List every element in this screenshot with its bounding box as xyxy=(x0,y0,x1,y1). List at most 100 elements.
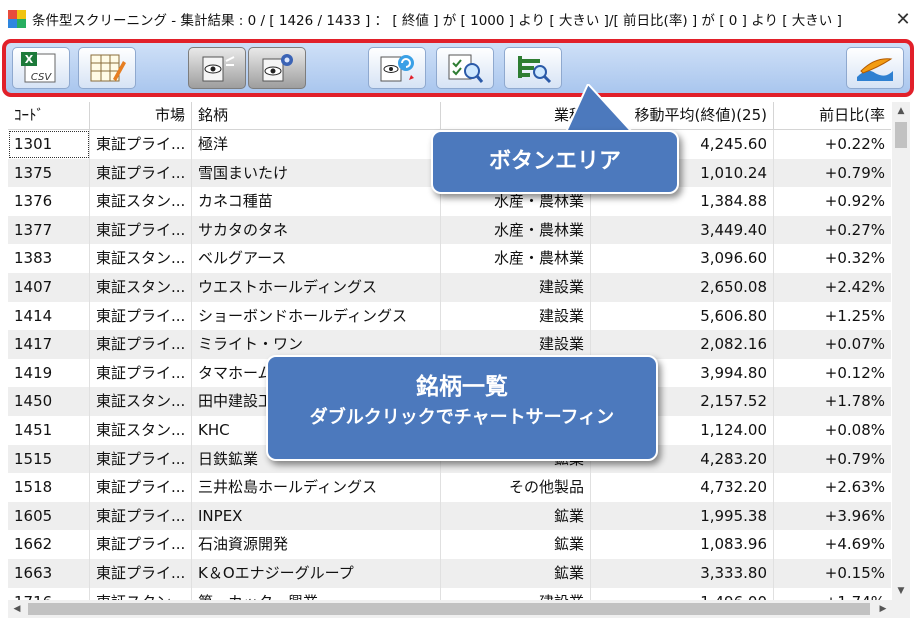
scroll-up-icon[interactable]: ▲ xyxy=(892,102,910,120)
stock-list-callout-hint: ダブルクリックでチャートサーフィン xyxy=(309,407,615,428)
cell-change-rate: +1.25% xyxy=(824,306,885,325)
chart-surfing-button[interactable] xyxy=(846,47,904,89)
scroll-left-icon[interactable]: ◀ xyxy=(8,600,26,618)
svg-text:CSV: CSV xyxy=(31,72,53,83)
chart-search-button[interactable] xyxy=(504,47,562,89)
cell-moving-average: 4,732.20 xyxy=(591,473,774,502)
cell-market: 東証スタン... xyxy=(90,244,192,273)
cell-change-rate: +0.79% xyxy=(824,163,885,182)
cell-change-rate: +0.15% xyxy=(824,563,885,582)
cell-industry: 水産・農林業 xyxy=(441,215,591,245)
cell-code: 1716 xyxy=(8,587,90,600)
table-row[interactable]: 1377 東証プライ... サカタのタネ 水産・農林業 3,449.40 +0.27% xyxy=(8,215,891,245)
cell-industry: 鉱業 xyxy=(441,530,591,559)
surfboard-icon xyxy=(857,58,893,81)
cell-moving-average: 3,449.40 xyxy=(591,215,774,245)
table-edit-button[interactable] xyxy=(78,47,136,89)
cell-code: 1417 xyxy=(8,330,90,359)
cell-code: 1383 xyxy=(8,244,90,273)
cell-code: 1662 xyxy=(8,530,90,559)
cell-change-rate: +0.08% xyxy=(824,420,885,439)
search-button[interactable] xyxy=(436,47,494,89)
table-row[interactable]: 1383 東証スタン... ベルグアース 水産・農林業 3,096.60 +0.32% xyxy=(8,244,891,273)
cell-industry: 建設業 xyxy=(441,301,591,331)
column-header-name[interactable]: 銘柄 xyxy=(192,102,441,129)
svg-text:X: X xyxy=(25,53,34,66)
csv-export-button[interactable]: X CSV xyxy=(12,47,70,89)
cell-industry: 鉱業 xyxy=(441,558,591,588)
cell-code: 1301 xyxy=(8,130,90,159)
bar-chart-search-icon xyxy=(518,56,552,84)
cell-market: 東証スタン... xyxy=(90,587,192,600)
scroll-down-icon[interactable]: ▼ xyxy=(892,582,910,600)
cell-moving-average: 1,995.38 xyxy=(591,501,774,531)
cell-change-rate: +0.07% xyxy=(824,335,885,354)
eye-gear-icon xyxy=(262,54,293,82)
view-toggle-button[interactable] xyxy=(188,47,246,89)
app-icon xyxy=(8,10,26,28)
cell-change-rate: +0.27% xyxy=(824,220,885,239)
grid-header: ｺｰﾄﾞ 市場 銘柄 業種 移動平均(終値)(25) 前日比(率 xyxy=(8,102,891,130)
cell-code: 1376 xyxy=(8,187,90,216)
cell-name: サカタのタネ xyxy=(192,215,441,245)
column-header-change-rate[interactable]: 前日比(率 xyxy=(774,102,891,129)
cell-change-rate: +2.42% xyxy=(824,277,885,296)
cell-code: 1377 xyxy=(8,215,90,245)
cell-code: 1407 xyxy=(8,272,90,302)
cell-market: 東証プライ... xyxy=(90,301,192,331)
button-area-callout: ボタンエリア xyxy=(431,130,679,194)
column-header-market[interactable]: 市場 xyxy=(90,102,192,129)
cell-moving-average: 3,096.60 xyxy=(591,244,774,273)
excel-csv-icon: X CSV xyxy=(21,52,56,83)
table-row[interactable]: 1716東証スタン...第一カッター興業建設業1,496.00+1.74% xyxy=(8,587,891,601)
cell-change-rate: +1.74% xyxy=(774,588,891,601)
stock-list-callout-title: 銘柄一覧 xyxy=(416,374,508,400)
cell-industry: 水産・農林業 xyxy=(441,244,591,273)
cell-market: 東証スタン... xyxy=(90,187,192,216)
cell-name: K＆Oエナジーグループ xyxy=(192,558,441,588)
cell-code: 1450 xyxy=(8,387,90,416)
cell-code: 1515 xyxy=(8,444,90,474)
cell-name: 第一カッター興業 xyxy=(192,587,441,600)
horizontal-scroll-thumb[interactable] xyxy=(28,603,870,615)
callout-tail-button-area xyxy=(564,84,635,133)
cell-name: ウエストホールディングス xyxy=(192,272,441,302)
cell-name: 石油資源開発 xyxy=(192,530,441,559)
cell-name: ショーボンドホールディングス xyxy=(192,301,441,331)
cell-name: 極洋 xyxy=(192,130,441,159)
cell-moving-average: 1,496.00 xyxy=(591,587,774,600)
stock-list-callout: 銘柄一覧 ダブルクリックでチャートサーフィン xyxy=(266,355,658,461)
cell-change-rate: +0.32% xyxy=(824,249,885,268)
horizontal-scrollbar[interactable]: ◀ ▶ xyxy=(8,600,892,618)
cell-code: 1414 xyxy=(8,301,90,331)
table-row[interactable]: 1414 東証プライ... ショーボンドホールディングス 建設業 5,606.80 +1.… xyxy=(8,301,891,331)
cell-market: 東証プライ... xyxy=(90,501,192,531)
cell-market: 東証スタン... xyxy=(90,272,192,302)
cell-industry: 鉱業 xyxy=(441,501,591,531)
refresh-view-button[interactable] xyxy=(368,47,426,89)
view-settings-button[interactable] xyxy=(248,47,306,89)
vertical-scrollbar[interactable]: ▲ ▼ xyxy=(892,102,910,600)
table-row[interactable]: 1518 東証プライ... 三井松島ホールディングス その他製品 4,732.20 +2.… xyxy=(8,473,891,502)
close-icon[interactable]: ✕ xyxy=(886,0,920,38)
cell-code: 1419 xyxy=(8,358,90,388)
eye-list-icon xyxy=(202,56,235,82)
title-bar: 条件型スクリーニング - 集計結果 : 0 / [ 1426 / 1433 ] … xyxy=(0,0,920,38)
column-header-code[interactable]: ｺｰﾄﾞ xyxy=(8,102,90,129)
button-area-callout-text: ボタンエリア xyxy=(488,149,621,174)
cell-name: カネコ種苗 xyxy=(192,187,441,216)
cell-change-rate: +4.69% xyxy=(824,535,885,554)
cell-code: 1451 xyxy=(8,415,90,445)
cell-market: 東証プライ... xyxy=(90,130,192,159)
cell-change-rate: +0.12% xyxy=(824,363,885,382)
cell-code: 1518 xyxy=(8,473,90,502)
table-row[interactable]: 1663 東証プライ... K＆Oエナジーグループ 鉱業 3,333.80 +0.15% xyxy=(8,558,891,588)
table-row[interactable]: 1605 東証プライ... INPEX 鉱業 1,995.38 +3.96% xyxy=(8,501,891,531)
table-row[interactable]: 1407 東証スタン... ウエストホールディングス 建設業 2,650.08 +2.42… xyxy=(8,272,891,302)
vertical-scroll-thumb[interactable] xyxy=(895,122,907,148)
cell-moving-average: 3,333.80 xyxy=(591,558,774,588)
cell-market: 東証プライ... xyxy=(90,473,192,502)
scroll-right-icon[interactable]: ▶ xyxy=(874,600,892,618)
eye-refresh-icon xyxy=(380,55,414,82)
table-row[interactable]: 1662 東証プライ... 石油資源開発 鉱業 1,083.96 +4.69% xyxy=(8,530,891,559)
